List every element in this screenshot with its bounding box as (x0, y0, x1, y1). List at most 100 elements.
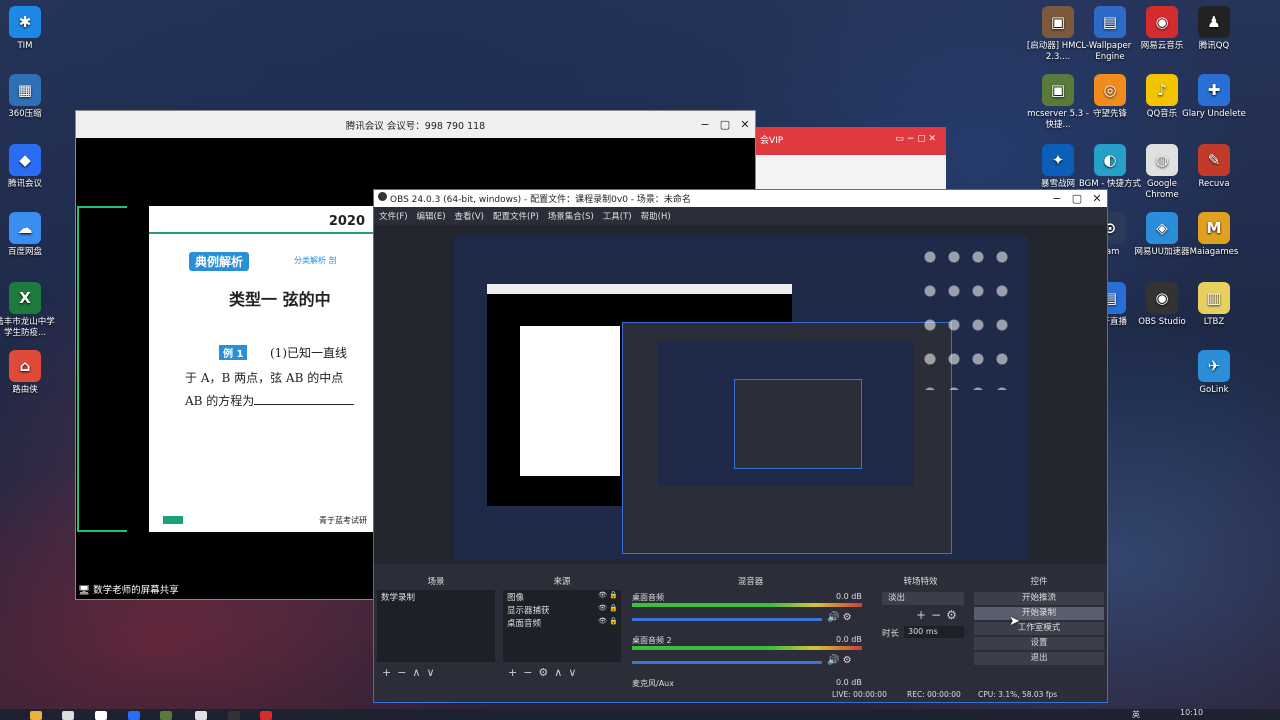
source-item[interactable]: 图像 👁 🔒 (503, 590, 621, 603)
volume-slider[interactable] (632, 618, 822, 621)
scenes-toolbar[interactable]: +−∧∨ (382, 666, 441, 679)
visibility-lock-icon[interactable]: 👁 🔒 (598, 604, 618, 612)
background-window[interactable]: 会VIP ▭ − ▢ ✕ (756, 127, 946, 189)
desktop-icon-right-3[interactable]: ♟ 腾讯QQ (1182, 6, 1246, 52)
obs-window[interactable]: OBS 24.0.3 (64-bit, windows) - 配置文件：课程录制… (373, 189, 1108, 703)
mixer-track-name: 桌面音频 (632, 593, 664, 602)
volume-meter (632, 603, 862, 607)
visibility-lock-icon[interactable]: 👁 🔒 (598, 617, 618, 625)
sources-list[interactable]: 图像 👁 🔒 显示器捕获 👁 🔒 桌面音频 👁 🔒 (503, 590, 621, 662)
desktop-icon-left-0[interactable]: ✱ TIM (0, 6, 57, 52)
app-icon: ◆ (9, 144, 41, 176)
menu-item-1[interactable]: 编辑(E) (417, 210, 446, 222)
app-icon[interactable] (95, 711, 107, 720)
sources-toolbar[interactable]: +−⚙∧∨ (508, 666, 582, 679)
chrome-icon[interactable] (195, 711, 207, 720)
obs-titlebar[interactable]: OBS 24.0.3 (64-bit, windows) - 配置文件：课程录制… (374, 190, 1107, 207)
obs-taskbar-icon[interactable] (228, 711, 240, 720)
ime-indicator[interactable]: 英 (1132, 709, 1140, 720)
transition-select[interactable]: 淡出 (882, 592, 964, 605)
preview-canvas[interactable] (454, 236, 1028, 559)
preview-area (374, 225, 1107, 564)
meeting-taskbar-icon[interactable] (128, 711, 140, 720)
slide-heading: 类型一 弦的中 (229, 290, 331, 309)
desktop-icon-right-17[interactable]: ▥ LTBZ (1182, 282, 1246, 328)
nested-preview (658, 341, 914, 486)
window-controls[interactable]: ▭ − ▢ ✕ (895, 134, 936, 144)
minimize-icon[interactable]: − (1047, 190, 1067, 207)
desktop-icon-right-18[interactable]: ✈ GoLink (1182, 350, 1246, 396)
meeting-titlebar[interactable]: 腾讯会议 会议号：998 790 118 − ▢ ✕ (76, 111, 755, 138)
menu-item-2[interactable]: 查看(V) (455, 210, 484, 222)
desktop-icon-left-2[interactable]: ◆ 腾讯会议 (0, 144, 57, 190)
app-icon: ✱ (9, 6, 41, 38)
desktop-icon-label: Recuva (1198, 179, 1230, 189)
speaker-icon[interactable]: 🔊 ⚙ (827, 612, 852, 623)
desktop-icon-left-3[interactable]: ☁ 百度网盘 (0, 212, 57, 258)
app-icon: ✈ (1198, 350, 1230, 382)
sources-dock-title: 来源 (553, 577, 571, 587)
app-icon: X (9, 282, 41, 314)
slide-line2: 于 A，B 两点，弦 AB 的中点 (185, 371, 344, 385)
desktop-icon-label: GoLink (1199, 385, 1229, 395)
desktop-icon-right-7[interactable]: ✚ Glary Undelete (1182, 74, 1246, 120)
transition-toolbar[interactable]: +−⚙ (916, 608, 962, 622)
slide-year: 2020 (328, 214, 365, 229)
source-label: 图像 (507, 593, 525, 603)
menu-item-3[interactable]: 配置文件(P) (493, 210, 539, 222)
close-icon[interactable]: ✕ (1087, 190, 1107, 207)
mixer-track-name: 桌面音频 2 (632, 636, 672, 645)
volume-slider[interactable] (632, 661, 822, 664)
app-icon: ✦ (1042, 144, 1074, 176)
source-item[interactable]: 显示器捕获 👁 🔒 (503, 603, 621, 616)
desktop-icon-label: 360压缩 (8, 109, 42, 119)
nested-slide (520, 326, 620, 476)
obs-logo-icon (378, 192, 387, 201)
menu-item-6[interactable]: 帮助(H) (641, 210, 671, 222)
minimize-icon[interactable]: − (695, 111, 715, 138)
scene-item[interactable]: 数学录制 (377, 590, 495, 603)
source-item[interactable]: 桌面音频 👁 🔒 (503, 616, 621, 629)
app-icon: ✎ (1198, 144, 1230, 176)
explorer-icon[interactable] (30, 711, 42, 720)
desktop-icon-right-14[interactable]: M Maiagames (1182, 212, 1246, 258)
volume-meter (632, 646, 862, 650)
obs-statusbar: LIVE: 00:00:00 REC: 00:00:00 CPU: 3.1%, … (374, 686, 1107, 702)
maximize-icon[interactable]: ▢ (715, 111, 735, 138)
clock[interactable]: 10:10 (1180, 708, 1203, 717)
maximize-icon[interactable]: ▢ (1067, 190, 1087, 207)
desktop-icon-left-4[interactable]: X 陆丰市龙山中学学生防疫... (0, 282, 57, 339)
desktop-icon-right-11[interactable]: ✎ Recuva (1182, 144, 1246, 190)
rec-status: REC: 00:00:00 (907, 690, 961, 699)
control-button-2[interactable]: 工作室模式 (974, 622, 1104, 635)
shared-slide: 2020 典例解析 分类解析 剖 类型一 弦的中 例 1 (1)已知一直线 于 … (149, 206, 375, 532)
visibility-lock-icon[interactable]: 👁 🔒 (598, 591, 618, 599)
app-icon: ♪ (1146, 74, 1178, 106)
nested-obs-2 (734, 379, 862, 469)
duration-input[interactable]: 300 ms (904, 626, 964, 638)
transitions-dock-title: 转场特效 (903, 577, 938, 587)
slide-line1: (1)已知一直线 (270, 346, 347, 360)
desktop-icon-left-5[interactable]: ⌂ 路由侠 (0, 350, 57, 396)
scenes-list[interactable]: 数学录制 (377, 590, 495, 662)
desktop-icon-left-1[interactable]: ▦ 360压缩 (0, 74, 57, 120)
desktop-icon-label: Maiagames (1189, 247, 1239, 257)
control-button-1[interactable]: 开始录制 (974, 607, 1104, 620)
minecraft-icon[interactable] (160, 711, 172, 720)
source-label: 显示器捕获 (507, 606, 550, 616)
slide-line3: AB 的方程为 (185, 392, 355, 409)
control-button-3[interactable]: 设置 (974, 637, 1104, 650)
desktop-icon-label: TIM (17, 41, 33, 51)
menu-item-4[interactable]: 场景集合(S) (548, 210, 594, 222)
close-icon[interactable]: ✕ (735, 111, 755, 138)
taskbar: 英 10:10 (0, 708, 1280, 720)
control-button-0[interactable]: 开始推流 (974, 592, 1104, 605)
store-icon[interactable] (62, 711, 74, 720)
music-icon[interactable] (260, 711, 272, 720)
menu-item-0[interactable]: 文件(F) (379, 210, 408, 222)
speaker-icon[interactable]: 🔊 ⚙ (827, 655, 852, 666)
control-button-4[interactable]: 退出 (974, 652, 1104, 665)
mixer-dock-title: 混音器 (737, 577, 764, 587)
menu-item-5[interactable]: 工具(T) (603, 210, 632, 222)
slide-rule (149, 232, 375, 234)
